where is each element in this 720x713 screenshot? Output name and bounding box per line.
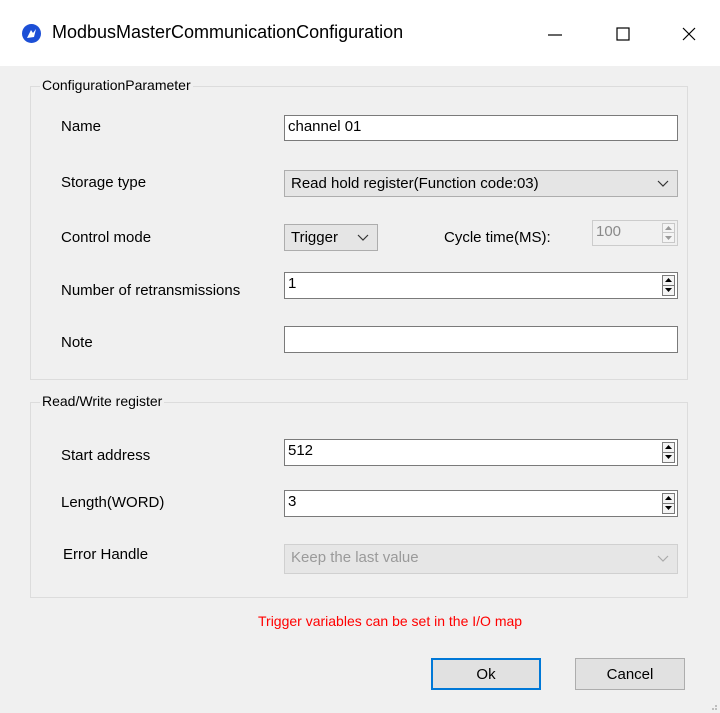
minimize-icon bbox=[548, 34, 562, 36]
start-address-input[interactable]: 512 bbox=[284, 439, 678, 466]
ok-button[interactable]: Ok bbox=[431, 658, 541, 690]
arrow-up-icon bbox=[665, 445, 672, 450]
arrow-up-icon bbox=[665, 226, 672, 230]
start-address-spinner[interactable] bbox=[662, 442, 675, 463]
note-label: Note bbox=[61, 334, 93, 351]
cycle-time-label: Cycle time(MS): bbox=[444, 229, 551, 246]
resize-grip-icon[interactable] bbox=[708, 701, 718, 711]
dialog-body: ConfigurationParameter Name channel 01 S… bbox=[0, 66, 720, 713]
control-mode-label: Control mode bbox=[61, 229, 152, 246]
start-address-label: Start address bbox=[61, 447, 151, 464]
name-label: Name bbox=[61, 118, 102, 135]
window-title: ModbusMasterCommunicationConfiguration bbox=[52, 22, 404, 42]
trigger-hint-text: Trigger variables can be set in the I/O … bbox=[258, 613, 523, 629]
name-input[interactable]: channel 01 bbox=[284, 115, 678, 141]
close-button[interactable] bbox=[666, 14, 712, 54]
length-input[interactable]: 3 bbox=[284, 490, 678, 517]
length-value: 3 bbox=[288, 493, 297, 510]
arrow-down-icon bbox=[665, 455, 672, 460]
configuration-parameter-title: ConfigurationParameter bbox=[40, 77, 193, 93]
arrow-down-icon bbox=[665, 288, 672, 293]
start-address-value: 512 bbox=[288, 442, 314, 459]
cycle-time-spinner bbox=[662, 223, 675, 243]
control-mode-value: Trigger bbox=[291, 229, 338, 246]
cancel-button[interactable]: Cancel bbox=[575, 658, 685, 690]
retransmissions-value: 1 bbox=[288, 275, 297, 292]
chevron-down-icon bbox=[657, 555, 669, 562]
chevron-down-icon bbox=[357, 234, 369, 241]
error-handle-value: Keep the last value bbox=[291, 549, 419, 566]
error-handle-select: Keep the last value bbox=[284, 544, 678, 574]
retransmissions-spinner[interactable] bbox=[662, 275, 675, 296]
storage-type-label: Storage type bbox=[61, 174, 147, 191]
cycle-time-input: 100 bbox=[592, 220, 678, 246]
app-logo-icon bbox=[22, 24, 41, 43]
retransmissions-input[interactable]: 1 bbox=[284, 272, 678, 299]
length-spinner[interactable] bbox=[662, 493, 675, 514]
storage-type-value: Read hold register(Function code:03) bbox=[291, 175, 539, 192]
close-icon bbox=[682, 27, 696, 41]
control-mode-select[interactable]: Trigger bbox=[284, 224, 378, 251]
arrow-down-icon bbox=[665, 235, 672, 240]
maximize-button[interactable] bbox=[600, 14, 646, 54]
title-bar: ModbusMasterCommunicationConfiguration bbox=[0, 0, 720, 66]
length-label: Length(WORD) bbox=[61, 494, 165, 511]
minimize-button[interactable] bbox=[532, 14, 578, 54]
arrow-up-icon bbox=[665, 496, 672, 501]
chevron-down-icon bbox=[657, 180, 669, 187]
read-write-register-title: Read/Write register bbox=[40, 393, 165, 409]
storage-type-select[interactable]: Read hold register(Function code:03) bbox=[284, 170, 678, 197]
maximize-icon bbox=[616, 27, 630, 41]
note-input[interactable] bbox=[284, 326, 678, 353]
error-handle-label: Error Handle bbox=[63, 546, 149, 563]
arrow-down-icon bbox=[665, 506, 672, 511]
arrow-up-icon bbox=[665, 278, 672, 283]
retransmissions-label: Number of retransmissions bbox=[61, 282, 241, 299]
cycle-time-value: 100 bbox=[596, 223, 622, 240]
